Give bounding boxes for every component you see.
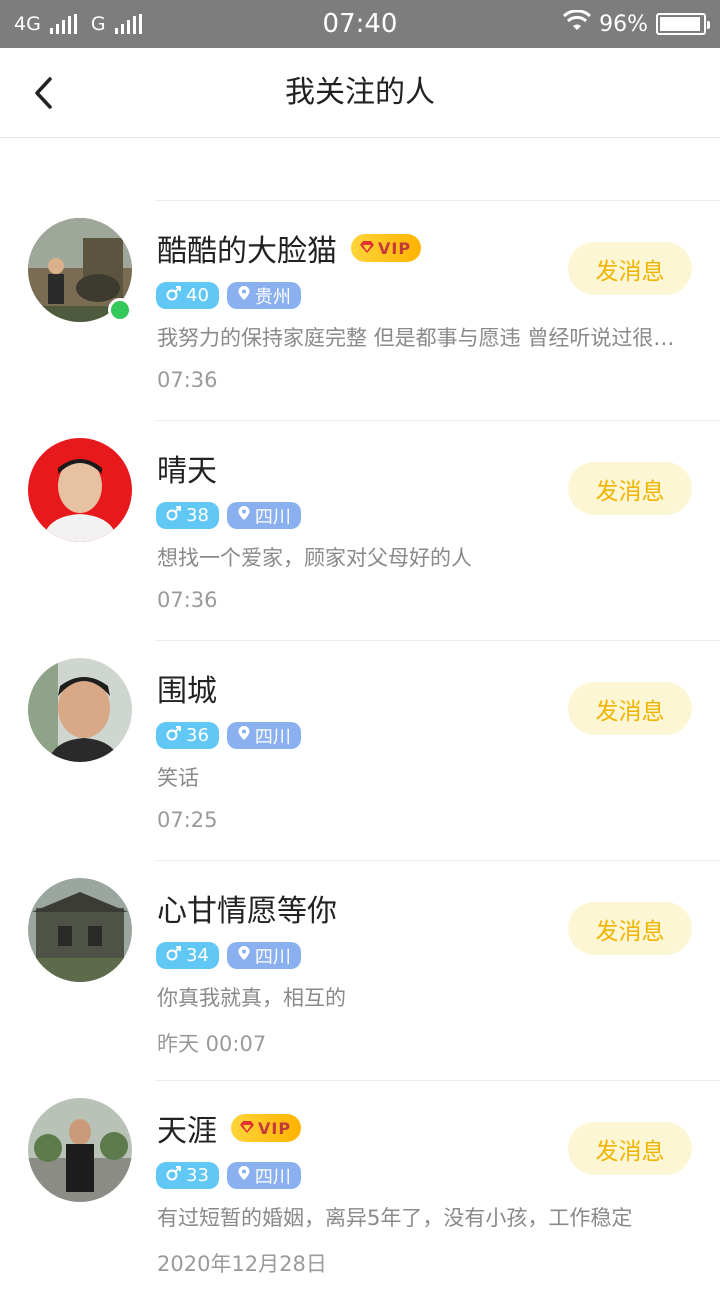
timestamp: 2020年12月28日 (157, 1252, 327, 1276)
user-name: 天涯 (157, 1114, 217, 1149)
user-bio: 你真我就真，相互的 (157, 986, 346, 1010)
send-message-button[interactable]: 发消息 (568, 682, 692, 735)
location-value: 四川 (254, 946, 291, 968)
send-message-button[interactable]: 发消息 (568, 242, 692, 295)
tags: 33 四川 (156, 1162, 301, 1189)
age-value: 38 (186, 505, 209, 526)
location-value: 四川 (254, 1166, 291, 1188)
location-pin-icon (237, 285, 251, 306)
nav-header: 我关注的人 (0, 48, 720, 138)
vip-badge: VIP (231, 1114, 302, 1142)
status-right: 96% (563, 0, 710, 48)
age-tag: 40 (156, 282, 219, 309)
age-value: 33 (186, 1165, 209, 1186)
following-list: 酷酷的大脸猫 VIP 40 贵州 我努力的保持家庭完整 但是都事与愿违 曾经听说… (0, 200, 720, 1300)
tags: 34 四川 (156, 942, 301, 969)
diamond-icon (359, 239, 375, 258)
user-name: 心甘情愿等你 (157, 894, 337, 929)
avatar[interactable] (28, 1098, 132, 1202)
list-item[interactable]: 晴天 38 四川 想找一个爱家，顾家对父母好的人 07:36 发消息 (0, 420, 720, 640)
wifi-icon (563, 9, 592, 38)
male-icon (166, 285, 182, 306)
male-icon (166, 1165, 182, 1186)
age-value: 36 (186, 725, 209, 746)
send-message-button[interactable]: 发消息 (568, 462, 692, 515)
page-title: 我关注的人 (285, 75, 435, 110)
user-bio: 我努力的保持家庭完整 但是都事与愿违 曾经听说过很多故事 (157, 326, 687, 350)
avatar[interactable] (28, 438, 132, 542)
user-bio: 想找一个爱家，顾家对父母好的人 (157, 546, 472, 570)
user-name: 酷酷的大脸猫 (157, 234, 337, 269)
location-pin-icon (237, 725, 251, 746)
user-bio: 有过短暂的婚姻，离异5年了，没有小孩，工作稳定 (157, 1206, 633, 1230)
send-message-button[interactable]: 发消息 (568, 902, 692, 955)
age-tag: 33 (156, 1162, 219, 1189)
vip-badge: VIP (351, 234, 422, 262)
timestamp: 07:36 (157, 368, 218, 392)
male-icon (166, 725, 182, 746)
location-value: 四川 (254, 506, 291, 528)
avatar[interactable] (28, 878, 132, 982)
list-item[interactable]: 心甘情愿等你 34 四川 你真我就真，相互的 昨天 00:07 发消息 (0, 860, 720, 1080)
tags: 40 贵州 (156, 282, 301, 309)
location-value: 贵州 (254, 286, 291, 308)
location-tag: 四川 (226, 942, 301, 969)
location-tag: 四川 (226, 722, 301, 749)
divider (155, 420, 720, 421)
age-tag: 38 (156, 502, 219, 529)
name-row: 围城 (157, 665, 217, 711)
name-row: 酷酷的大脸猫 VIP (157, 225, 422, 271)
online-indicator (108, 298, 132, 322)
battery-icon (656, 13, 710, 35)
tags: 38 四川 (156, 502, 301, 529)
location-tag: 贵州 (226, 282, 301, 309)
user-name: 晴天 (157, 454, 217, 489)
diamond-icon (239, 1119, 255, 1138)
timestamp: 昨天 00:07 (157, 1032, 267, 1056)
location-tag: 四川 (226, 1162, 301, 1189)
age-value: 34 (186, 945, 209, 966)
divider (155, 1080, 720, 1081)
divider (155, 640, 720, 641)
location-tag: 四川 (226, 502, 301, 529)
name-row: 心甘情愿等你 (157, 885, 337, 931)
male-icon (166, 945, 182, 966)
user-bio: 笑话 (157, 766, 199, 790)
list-item[interactable]: 天涯 VIP 33 四川 有过短暂的婚姻，离异5年了，没有小孩，工作稳定 202… (0, 1080, 720, 1300)
status-bar: 4G G 07:40 96% (0, 0, 720, 48)
vip-label: VIP (378, 238, 412, 258)
list-item[interactable]: 围城 36 四川 笑话 07:25 发消息 (0, 640, 720, 860)
location-pin-icon (237, 505, 251, 526)
location-value: 四川 (254, 726, 291, 748)
age-tag: 36 (156, 722, 219, 749)
send-message-button[interactable]: 发消息 (568, 1122, 692, 1175)
avatar[interactable] (28, 658, 132, 762)
user-name: 围城 (157, 674, 217, 709)
location-pin-icon (237, 1165, 251, 1186)
timestamp: 07:25 (157, 808, 218, 832)
age-tag: 34 (156, 942, 219, 969)
location-pin-icon (237, 945, 251, 966)
tags: 36 四川 (156, 722, 301, 749)
divider (155, 860, 720, 861)
male-icon (166, 505, 182, 526)
vip-label: VIP (258, 1118, 292, 1138)
name-row: 天涯 VIP (157, 1105, 302, 1151)
list-item[interactable]: 酷酷的大脸猫 VIP 40 贵州 我努力的保持家庭完整 但是都事与愿违 曾经听说… (0, 200, 720, 420)
battery-percent: 96% (599, 11, 648, 37)
timestamp: 07:36 (157, 588, 218, 612)
name-row: 晴天 (157, 445, 217, 491)
divider (155, 200, 720, 201)
age-value: 40 (186, 285, 209, 306)
